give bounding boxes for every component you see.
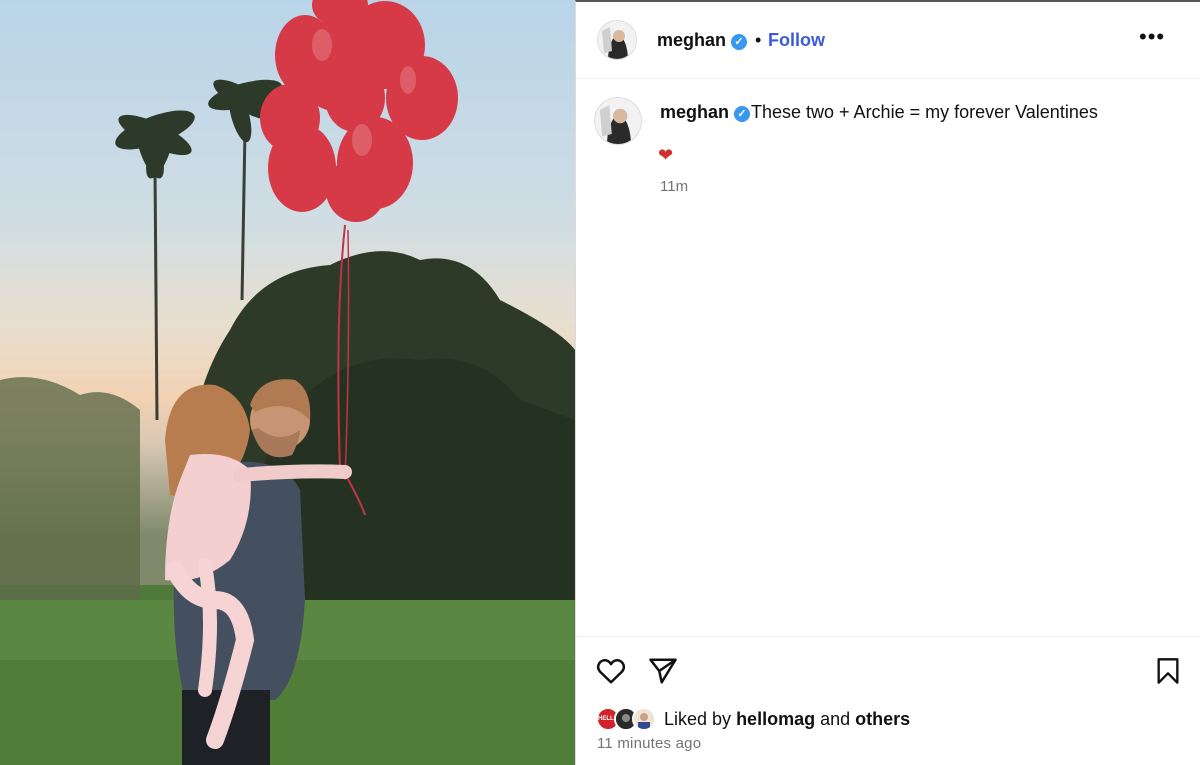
caption-timestamp[interactable]: 11m — [660, 178, 688, 195]
avatar-portrait-icon — [595, 98, 641, 144]
liked-by-text: Liked by hellomag and others — [664, 709, 910, 730]
liked-by-others-link[interactable]: others — [855, 709, 910, 729]
caption-author-avatar[interactable] — [594, 97, 642, 145]
verified-badge-icon: ✓ — [731, 34, 748, 50]
verified-badge-icon: ✓ — [734, 106, 751, 122]
avatar-portrait-icon — [598, 21, 636, 59]
post-container: meghan ✓ • Follow ••• meghan ✓ These two +… — [0, 0, 1200, 765]
author-username[interactable]: meghan ✓ — [657, 30, 748, 51]
more-options-icon[interactable]: ••• — [1139, 24, 1165, 50]
post-photo[interactable] — [0, 0, 575, 765]
share-icon[interactable] — [648, 657, 678, 685]
avatar-portrait-icon — [634, 709, 654, 729]
author-avatar[interactable] — [597, 20, 637, 60]
author-username-text: meghan — [657, 30, 727, 50]
caption-username-text: meghan — [660, 102, 730, 122]
post-header: meghan ✓ • Follow ••• — [576, 2, 1200, 79]
photo-illustration — [0, 0, 575, 765]
post-details-panel: meghan ✓ • Follow ••• meghan ✓ These two +… — [575, 0, 1200, 765]
header-separator: • — [755, 30, 762, 50]
post-timestamp[interactable]: 11 minutes ago — [597, 735, 701, 752]
save-bookmark-icon[interactable] — [1156, 657, 1180, 685]
heart-emoji: ❤ — [658, 145, 674, 165]
liked-by-user-link[interactable]: hellomag — [736, 709, 815, 729]
action-bar: HELLO Liked by hellomag and others 11 mi… — [576, 636, 1200, 765]
liker-avatar-3[interactable] — [632, 707, 656, 731]
liked-by-and: and — [820, 709, 851, 729]
caption-text: These two + Archie = my forever Valentin… — [751, 102, 1098, 122]
follow-button[interactable]: Follow — [768, 30, 825, 51]
liked-by-prefix: Liked by — [664, 709, 732, 729]
caption-username[interactable]: meghan ✓ — [660, 102, 751, 123]
like-heart-icon[interactable] — [596, 657, 626, 685]
